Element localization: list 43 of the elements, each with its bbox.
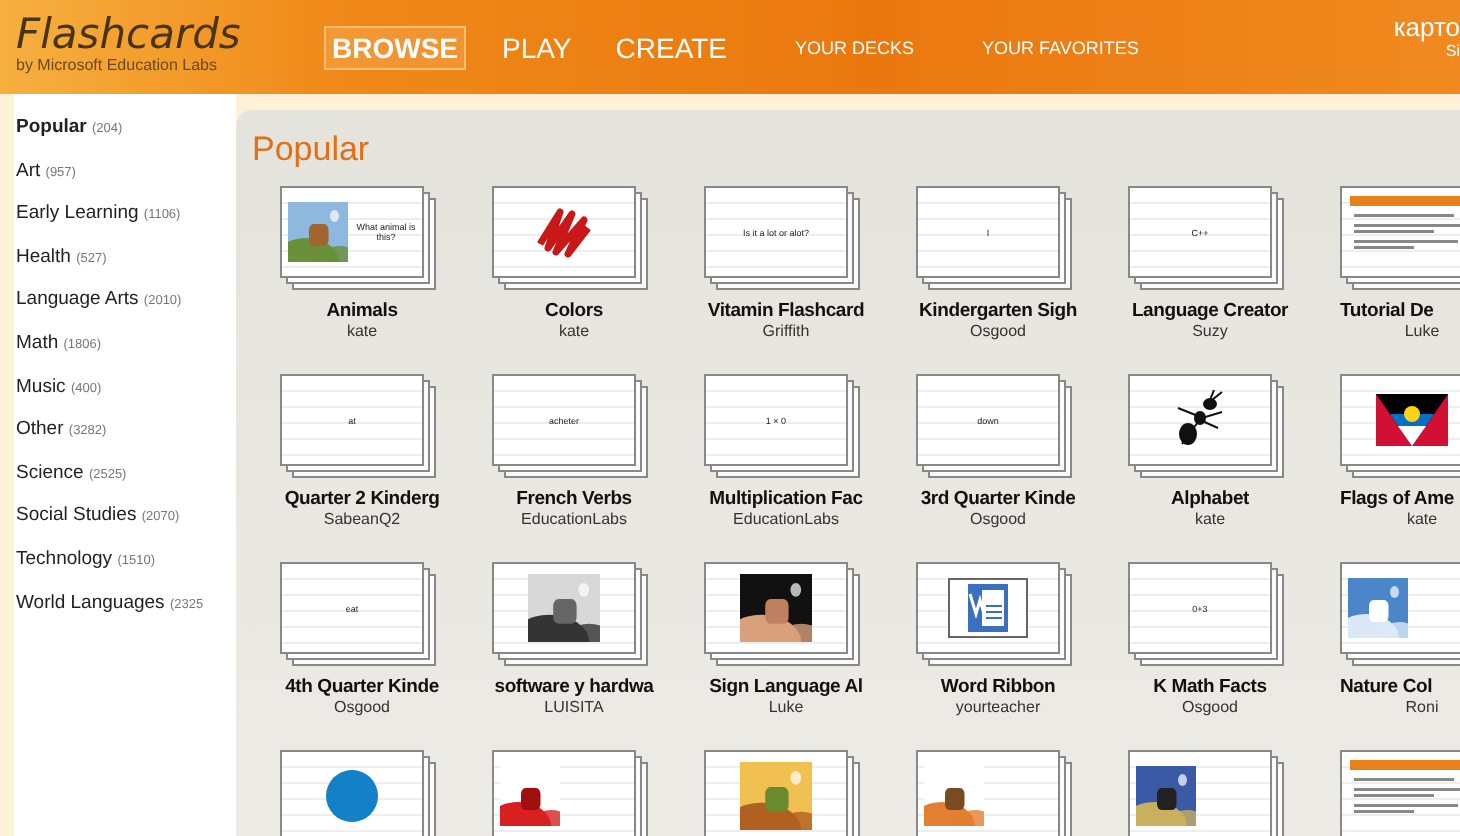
deck-author: EducationLabs <box>521 510 627 528</box>
deck-title[interactable]: Animals <box>326 300 398 322</box>
deck-author: kate <box>1406 510 1438 528</box>
deck-author: Luke <box>1404 322 1440 340</box>
flag-icon <box>1376 394 1448 446</box>
disc-icon <box>324 768 380 824</box>
scribble-icon <box>532 204 596 260</box>
app-logo[interactable]: Flashcards <box>16 12 316 56</box>
deck-title[interactable]: 3rd Quarter Kinde <box>920 488 1076 510</box>
deck-title[interactable]: Language Creator <box>1131 300 1289 322</box>
deck-author: Osgood <box>1181 698 1239 716</box>
deck-author: Osgood <box>333 698 391 716</box>
deck-title[interactable]: Nature Col <box>1340 676 1433 698</box>
document-icon <box>948 578 1028 638</box>
deck-title[interactable]: Flags of Ame <box>1340 488 1454 510</box>
deck-author: kate <box>1194 510 1226 528</box>
section-title: Popular <box>252 130 370 170</box>
deck-author: Luke <box>768 698 804 716</box>
deck-title[interactable]: Kindergarten Sigh <box>919 300 1077 322</box>
deck-title[interactable]: software y hardwa <box>494 676 654 698</box>
deck-author: EducationLabs <box>733 510 839 528</box>
deck-author: LUISITA <box>544 698 604 716</box>
deck-title[interactable]: Sign Language Al <box>709 676 863 698</box>
deck-author: yourteacher <box>955 698 1041 716</box>
deck-title[interactable]: French Verbs <box>516 488 632 510</box>
deck-author: Osgood <box>969 322 1027 340</box>
deck-title[interactable]: Alphabet <box>1170 488 1250 510</box>
deck-author: Suzy <box>1192 322 1228 340</box>
deck-title[interactable]: Tutorial De <box>1340 300 1434 322</box>
deck-title[interactable]: Colors <box>545 300 603 322</box>
deck-author: kate <box>558 322 590 340</box>
deck-title[interactable]: Multiplication Fac <box>709 488 863 510</box>
deck-title[interactable]: Quarter 2 Kinderg <box>284 488 440 510</box>
deck-author: Roni <box>1405 698 1439 716</box>
deck-author: Griffith <box>762 322 810 340</box>
deck-author: SabeanQ2 <box>323 510 401 528</box>
deck-title[interactable]: 4th Quarter Kinde <box>285 676 439 698</box>
deck-title[interactable]: Word Ribbon <box>940 676 1056 698</box>
deck-title[interactable]: Vitamin Flashcard <box>707 300 865 322</box>
deck-author: Osgood <box>969 510 1027 528</box>
deck-author: kate <box>346 322 378 340</box>
deck-title[interactable]: K Math Facts <box>1153 676 1267 698</box>
logo-subtitle: by Microsoft Education Labs <box>16 56 219 74</box>
